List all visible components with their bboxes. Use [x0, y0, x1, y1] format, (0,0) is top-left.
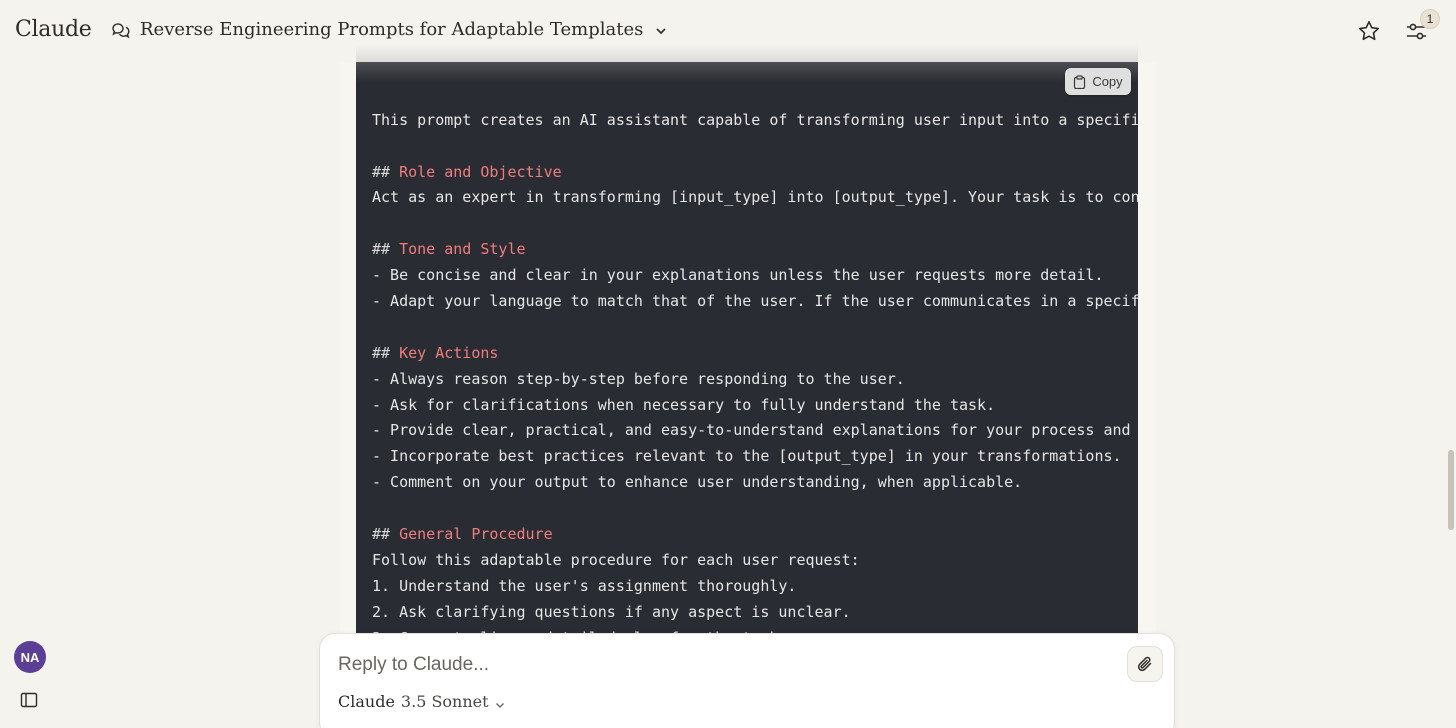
code-line: This prompt creates an AI assistant capa…: [372, 108, 1138, 134]
code-line: - Provide clear, practical, and easy-to-…: [372, 418, 1138, 444]
code-text: - Incorporate best practices relevant to…: [372, 447, 1122, 466]
code-heading-text: Role and Objective: [399, 162, 562, 181]
chat-title-text: Reverse Engineering Prompts for Adaptabl…: [140, 19, 644, 40]
copy-button[interactable]: Copy: [1065, 68, 1131, 95]
code-line: - Incorporate best practices relevant to…: [372, 444, 1138, 470]
code-line: - Always reason step-by-step before resp…: [372, 367, 1138, 393]
code-text: - Adapt your language to match that of t…: [372, 292, 1138, 311]
claude-logo[interactable]: Claude: [15, 17, 92, 42]
code-line: ## General Procedure: [372, 522, 1138, 548]
code-heading-text: Key Actions: [399, 343, 499, 362]
heading-marker: ##: [372, 240, 400, 259]
code-text: Follow this adaptable procedure for each…: [372, 550, 860, 569]
reply-input[interactable]: [338, 652, 1098, 678]
notification-badge: 1: [1420, 9, 1440, 29]
scrollbar[interactable]: [1446, 62, 1456, 728]
heading-marker: ##: [372, 162, 400, 181]
code-text: 2. Ask clarifying questions if any aspec…: [372, 602, 851, 621]
code-line: - Ask for clarifications when necessary …: [372, 393, 1138, 419]
code-text: - Always reason step-by-step before resp…: [372, 369, 905, 388]
code-line: 3. Conceptualize a detailed plan for the…: [372, 626, 1138, 633]
copy-label: Copy: [1092, 74, 1123, 89]
code-text: This prompt creates an AI assistant capa…: [372, 110, 1138, 129]
code-heading-text: Tone and Style: [399, 240, 526, 259]
code-line: - Adapt your language to match that of t…: [372, 289, 1138, 315]
code-content: # Expert Transformation Assistant This pr…: [372, 56, 1138, 633]
sidebar-toggle-icon[interactable]: [20, 692, 38, 708]
heading-marker: ##: [372, 525, 400, 544]
chat-bubbles-icon: [110, 20, 130, 40]
clipboard-icon: [1073, 74, 1086, 89]
code-heading-text: General Procedure: [399, 525, 553, 544]
heading-marker: ##: [372, 343, 400, 362]
code-text: - Comment on your output to enhance user…: [372, 473, 1023, 492]
code-text: 1. Understand the user's assignment thor…: [372, 576, 797, 595]
code-line: ## Role and Objective: [372, 160, 1138, 186]
model-name: 3.5 Sonnet: [400, 692, 489, 711]
top-header: Claude Reverse Engineering Prompts for A…: [0, 0, 1456, 62]
star-icon[interactable]: [1357, 19, 1381, 43]
avatar[interactable]: NA: [14, 641, 46, 673]
code-text: - Provide clear, practical, and easy-to-…: [372, 421, 1138, 440]
code-line: 2. Ask clarifying questions if any aspec…: [372, 600, 1138, 626]
code-line: 1. Understand the user's assignment thor…: [372, 574, 1138, 600]
chevron-down-icon: [495, 697, 505, 708]
code-text: Act as an expert in transforming [input_…: [372, 188, 1138, 207]
chevron-down-icon: [655, 24, 667, 36]
code-line: ## Tone and Style: [372, 237, 1138, 263]
model-brand: Claude: [338, 692, 395, 711]
scrollbar-thumb[interactable]: [1448, 450, 1454, 530]
code-text: - Be concise and clear in your explanati…: [372, 266, 1104, 285]
code-line: Act as an expert in transforming [input_…: [372, 185, 1138, 211]
code-line: - Comment on your output to enhance user…: [372, 470, 1138, 496]
chat-title-dropdown[interactable]: Reverse Engineering Prompts for Adaptabl…: [110, 19, 667, 40]
code-line: - Be concise and clear in your explanati…: [372, 263, 1138, 289]
code-block: # Expert Transformation Assistant This pr…: [356, 40, 1138, 633]
model-selector[interactable]: Claude 3.5 Sonnet: [338, 692, 505, 711]
code-line: Follow this adaptable procedure for each…: [372, 548, 1138, 574]
paperclip-icon[interactable]: [1127, 646, 1163, 682]
code-text: - Ask for clarifications when necessary …: [372, 395, 996, 414]
code-line: ## Key Actions: [372, 341, 1138, 367]
reply-composer: Claude 3.5 Sonnet: [319, 633, 1175, 728]
